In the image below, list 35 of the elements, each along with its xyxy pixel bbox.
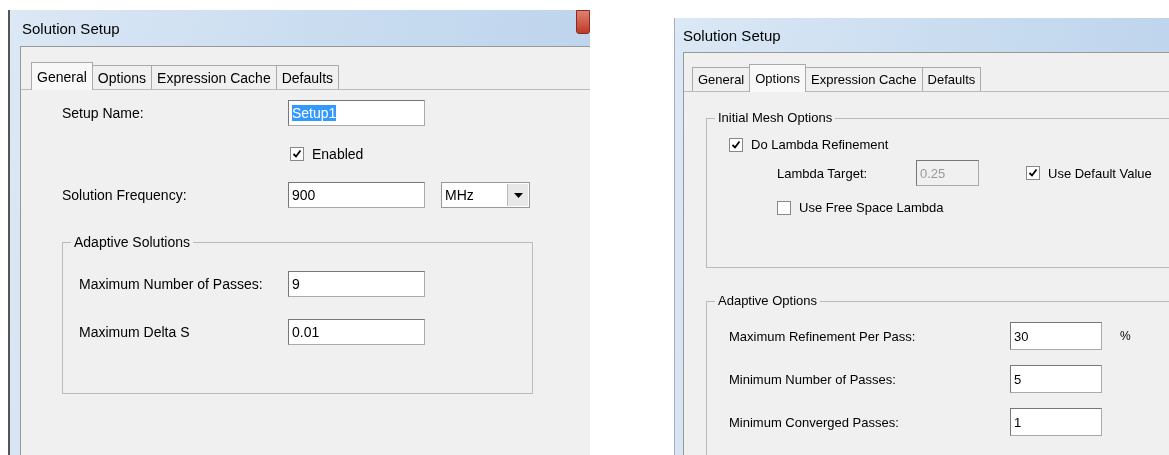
tab[interactable]: General — [31, 62, 93, 90]
check-mark-icon — [731, 139, 741, 150]
input-field[interactable]: 900 — [288, 182, 425, 208]
field-label: Maximum Refinement Per Pass: — [729, 328, 917, 344]
checkbox[interactable]: Do Lambda Refinement — [729, 137, 889, 152]
input-field[interactable]: 0.01 — [288, 319, 425, 345]
field-label: Solution Frequency: — [62, 187, 188, 203]
window-title: Solution Setup — [22, 19, 120, 37]
field-label: Minimum Converged Passes: — [729, 414, 900, 430]
check-mark-icon — [1028, 168, 1038, 178]
input-field[interactable]: 30 — [1010, 322, 1102, 350]
tab[interactable]: General — [692, 67, 751, 91]
field-label: Lambda Target: — [777, 165, 869, 181]
tab[interactable]: Expression Cache — [151, 65, 277, 89]
tab[interactable]: Defaults — [921, 67, 982, 91]
window-title: Solution Setup — [683, 26, 781, 44]
check-mark-icon — [292, 149, 302, 159]
tab[interactable]: Options — [91, 65, 153, 89]
checkbox[interactable]: Use Free Space Lambda — [777, 200, 944, 215]
unit-dropdown[interactable]: MHz — [441, 182, 530, 208]
tab[interactable]: Defaults — [275, 65, 340, 89]
unit-label: % — [1120, 329, 1131, 343]
group-title: Adaptive Options — [715, 293, 820, 308]
input-field[interactable]: 1 — [1010, 408, 1102, 436]
group-title: Adaptive Solutions — [71, 234, 193, 250]
input-field[interactable]: 9 — [288, 271, 425, 297]
input-field[interactable]: 5 — [1010, 365, 1102, 393]
field-label: Setup Name: — [62, 105, 145, 121]
field-label: Maximum Delta S — [79, 324, 191, 340]
field-label: Maximum Number of Passes: — [79, 276, 264, 292]
tab[interactable]: Options — [749, 64, 807, 92]
checkbox[interactable]: Enabled — [290, 146, 364, 162]
group-title: Initial Mesh Options — [715, 110, 836, 125]
close-button[interactable] — [576, 10, 590, 34]
field-label: Minimum Number of Passes: — [729, 371, 897, 387]
